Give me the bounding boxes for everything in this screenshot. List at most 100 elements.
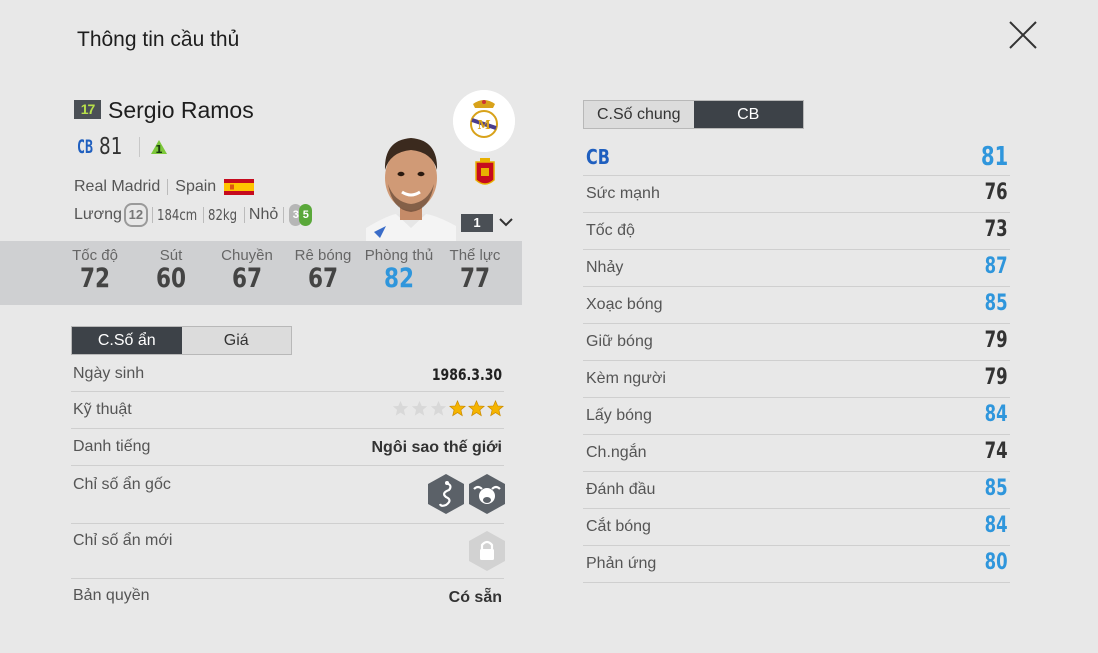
- row-value: 85: [985, 291, 1008, 316]
- level-box[interactable]: 1: [461, 214, 493, 232]
- weight-value: 82kg: [207, 206, 237, 224]
- bull-trait-icon[interactable]: [468, 473, 506, 515]
- stat-pace: Tốc độ 72: [57, 247, 133, 294]
- stat-label: Phòng thủ: [364, 247, 434, 264]
- salary-label: Lương: [74, 206, 122, 223]
- row-label: Cắt bóng: [586, 518, 651, 535]
- height-value: 184cm: [156, 206, 198, 224]
- player-name: Sergio Ramos: [108, 97, 254, 123]
- row-value: Ngôi sao thế giới: [371, 439, 503, 456]
- stat-value: 72: [79, 263, 111, 294]
- row-label: Phản ứng: [586, 555, 657, 572]
- position-stat-row: Đánh đầu 85: [583, 472, 1010, 509]
- main-stats-bar: Tốc độ 72 Sút 60 Chuyền 67 Rê bóng 67 Ph…: [0, 241, 522, 305]
- stat-passing: Chuyền 67: [209, 247, 285, 294]
- position-stat-row: Giữ bóng 79: [583, 324, 1010, 361]
- stat-shooting: Sút 60: [133, 247, 209, 294]
- position-stat-row: Kèm người 79: [583, 361, 1010, 398]
- stat-label: Rê bóng: [294, 247, 352, 264]
- stat-dribbling: Rê bóng 67: [285, 247, 361, 294]
- real-madrid-logo: M: [453, 90, 515, 152]
- row-value: 1986.3.30: [431, 365, 502, 384]
- tab-general-stats[interactable]: C.Số chung: [584, 101, 694, 128]
- divider: [167, 179, 169, 195]
- player-photo: [366, 138, 456, 242]
- row-label: Ch.ngắn: [586, 444, 647, 461]
- position-label: CB: [77, 136, 94, 158]
- snake-trait-icon[interactable]: [427, 473, 465, 515]
- row-label: Lấy bóng: [586, 407, 652, 424]
- row-label: CB: [586, 145, 610, 169]
- row-original-traits: Chỉ số ẩn gốc: [71, 466, 506, 524]
- row-value: 84: [985, 402, 1008, 427]
- stat-defending: Phòng thủ 82: [361, 247, 437, 294]
- row-value: 73: [985, 217, 1008, 242]
- stat-value: 67: [231, 263, 263, 294]
- stat-physical: Thể lực 77: [437, 247, 513, 294]
- divider: [139, 137, 140, 157]
- row-value: 80: [985, 550, 1008, 575]
- row-value: 76: [985, 180, 1008, 205]
- chevron-down-icon[interactable]: [497, 213, 515, 231]
- row-label: Chỉ số ẩn mới: [73, 532, 173, 549]
- detail-tabs: C.Số ẩn Giá: [71, 326, 292, 355]
- skill-stars: [392, 400, 504, 417]
- club-line: Real Madrid Spain: [74, 178, 255, 196]
- close-icon[interactable]: [1006, 18, 1040, 52]
- star-filled-icon: [449, 400, 466, 417]
- row-value: 85: [985, 476, 1008, 501]
- row-label: Nhảy: [586, 259, 624, 276]
- row-label: Sức mạnh: [586, 185, 660, 202]
- nation-name: Spain: [175, 178, 217, 195]
- stat-label: Thể lực: [449, 247, 501, 264]
- stat-label: Sút: [159, 247, 183, 264]
- row-label: Ngày sinh: [73, 365, 145, 382]
- row-label: Chỉ số ẩn gốc: [73, 476, 171, 493]
- row-label: Xoạc bóng: [586, 296, 663, 313]
- salary-badge: 12: [123, 203, 148, 227]
- row-value: 84: [985, 513, 1008, 538]
- tab-hidden-stats[interactable]: C.Số ẩn: [72, 327, 182, 354]
- tab-price[interactable]: Giá: [181, 327, 291, 354]
- stat-label: Tốc độ: [72, 247, 118, 264]
- tab-cb[interactable]: CB: [693, 101, 803, 128]
- star-empty-icon: [392, 400, 409, 416]
- position-stat-row: Nhảy 87: [583, 250, 1010, 287]
- spain-federation-logo: [475, 158, 495, 185]
- star-filled-icon: [487, 400, 504, 417]
- svg-text:M: M: [477, 118, 490, 132]
- divider: [283, 207, 285, 223]
- stat-value: 60: [155, 263, 187, 294]
- info-line: Lương 12 184cm 82kg Nhỏ 3 5: [74, 203, 313, 227]
- row-skill: Kỹ thuật: [71, 392, 504, 429]
- row-label: Đánh đầu: [586, 481, 656, 498]
- row-value: 74: [985, 439, 1008, 464]
- row-label: Danh tiếng: [73, 438, 151, 455]
- position-stat-row: Tốc độ 73: [583, 213, 1010, 250]
- stat-value: 82: [383, 263, 415, 294]
- build-value: Nhỏ: [248, 206, 279, 223]
- stat-label: Chuyền: [221, 247, 273, 264]
- position-stat-row: Cắt bóng 84: [583, 509, 1010, 546]
- row-label: Bản quyền: [73, 587, 150, 604]
- row-license: Bản quyền Có sẵn: [71, 579, 504, 616]
- row-birthdate: Ngày sinh 1986.3.30: [71, 356, 504, 392]
- row-label: Giữ bóng: [586, 333, 653, 350]
- row-value: 87: [985, 254, 1008, 279]
- position-ovr: 81: [99, 134, 123, 160]
- position-stat-row: Ch.ngắn 74: [583, 435, 1010, 472]
- row-label: Tốc độ: [586, 222, 635, 239]
- position-stat-head: CB 81: [583, 139, 1010, 176]
- row-value: 81: [980, 142, 1008, 172]
- row-label: Kỹ thuật: [73, 401, 132, 418]
- lock-icon: [469, 531, 505, 571]
- position-tabs: C.Số chung CB: [583, 100, 804, 129]
- position-stat-row: Lấy bóng 84: [583, 398, 1010, 435]
- row-value: 79: [985, 328, 1008, 353]
- position-stat-row: Xoạc bóng 85: [583, 287, 1010, 324]
- star-empty-icon: [430, 400, 447, 416]
- stat-value: 67: [307, 263, 339, 294]
- divider: [151, 207, 153, 223]
- spain-flag-icon: [224, 179, 255, 195]
- row-new-traits: Chỉ số ẩn mới: [71, 524, 505, 579]
